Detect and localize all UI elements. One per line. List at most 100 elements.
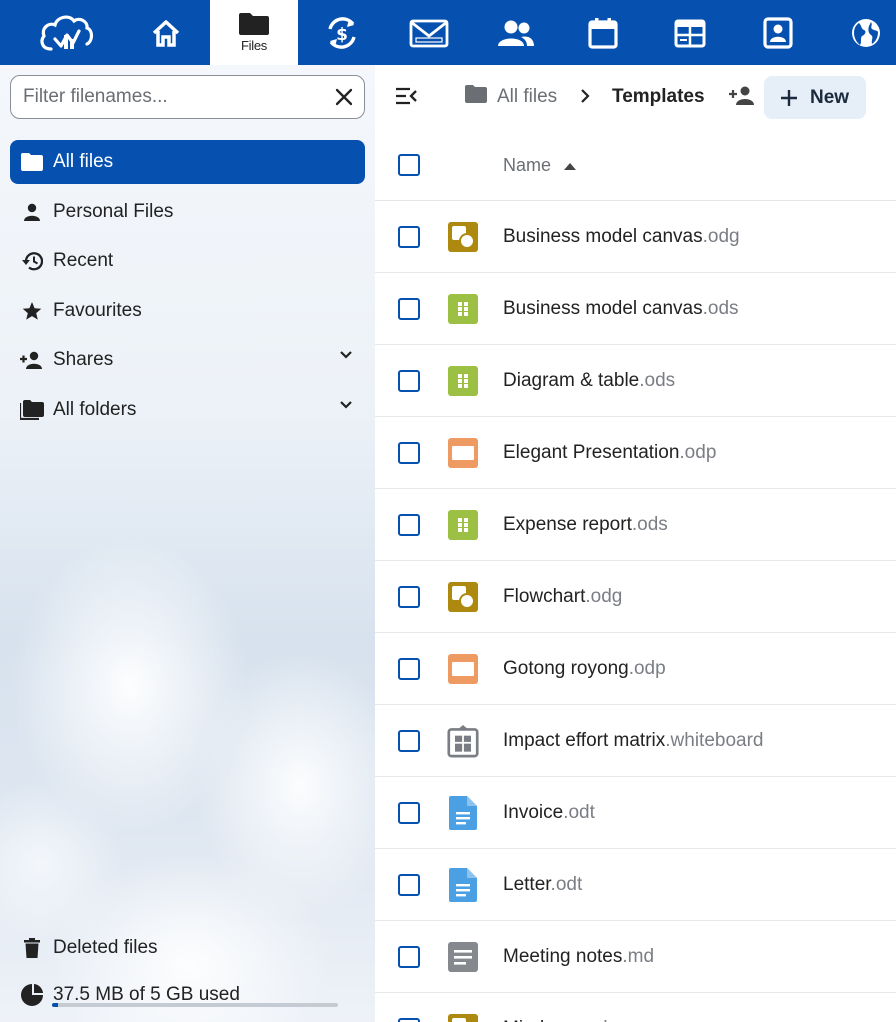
file-row[interactable]: Flowchart.odg — [375, 561, 896, 633]
file-name[interactable]: Elegant Presentation.odp — [503, 442, 716, 464]
sidebar-item-personal-files[interactable]: Personal Files — [10, 190, 365, 234]
files-app-label: Files — [241, 38, 267, 53]
sidebar-item-all-folders[interactable]: All folders — [10, 388, 365, 432]
sidebar-item-label: Personal Files — [53, 201, 174, 222]
home-icon[interactable] — [134, 0, 198, 65]
file-select-checkbox[interactable] — [398, 298, 420, 320]
board-icon[interactable] — [658, 0, 722, 65]
file-basename: Business model canvas — [503, 298, 703, 319]
file-extension: .odt — [563, 802, 595, 823]
sidebar-item-recent[interactable]: Recent — [10, 239, 365, 283]
file-extension: .ods — [631, 514, 668, 535]
file-name[interactable]: Diagram & table.ods — [503, 370, 675, 392]
storage-quota[interactable]: 37.5 MB of 5 GB used — [10, 973, 365, 1017]
document-icon — [447, 868, 479, 902]
file-basename: Letter — [503, 874, 551, 895]
drawing-icon — [447, 581, 479, 613]
file-row[interactable]: Meeting notes.md — [375, 921, 896, 993]
file-row[interactable]: Mindmap.odg — [375, 993, 896, 1022]
file-row[interactable]: Invoice.odt — [375, 777, 896, 849]
sidebar-item-label: All folders — [53, 399, 137, 420]
text-icon — [447, 941, 479, 973]
file-row[interactable]: Letter.odt — [375, 849, 896, 921]
sidebar-item-label: Deleted files — [53, 937, 158, 958]
file-select-checkbox[interactable] — [398, 874, 420, 896]
file-extension: .odp — [679, 442, 717, 463]
file-name[interactable]: Mindmap.odg — [503, 1018, 618, 1022]
chevron-down-icon[interactable] — [339, 350, 353, 360]
file-list-header: Name — [375, 131, 896, 201]
file-name[interactable]: Business model canvas.ods — [503, 298, 739, 320]
sort-ascending-icon — [564, 162, 577, 170]
file-select-checkbox[interactable] — [398, 730, 420, 752]
currency-sync-icon[interactable]: $ — [310, 0, 374, 65]
contacts-icon[interactable] — [484, 0, 548, 65]
folders-icon — [20, 398, 44, 422]
sidebar-item-deleted-files[interactable]: Deleted files — [10, 926, 365, 970]
spreadsheet-icon — [447, 365, 479, 397]
file-name[interactable]: Business model canvas.odg — [503, 226, 740, 248]
file-extension: .whiteboard — [665, 730, 764, 751]
name-column-header: Name — [503, 155, 552, 175]
sidebar-item-all-files[interactable]: All files — [10, 140, 365, 184]
file-select-checkbox[interactable] — [398, 442, 420, 464]
file-extension: .odg — [581, 1018, 618, 1022]
select-all-checkbox[interactable] — [398, 154, 420, 176]
sidebar-item-favourites[interactable]: Favourites — [10, 289, 365, 333]
file-extension: .md — [622, 946, 655, 967]
file-row[interactable]: Impact effort matrix.whiteboard — [375, 705, 896, 777]
files-app-tab[interactable]: Files — [210, 0, 298, 65]
folder-icon — [20, 150, 44, 174]
share-person-icon — [20, 348, 44, 372]
file-select-checkbox[interactable] — [398, 586, 420, 608]
file-select-checkbox[interactable] — [398, 370, 420, 392]
file-name[interactable]: Meeting notes.md — [503, 946, 654, 968]
sidebar-item-label: Favourites — [53, 300, 142, 321]
sidebar: All files Personal Files Recent Favourit… — [0, 65, 375, 1022]
file-row[interactable]: Business model canvas.odg — [375, 201, 896, 273]
file-row[interactable]: Business model canvas.ods — [375, 273, 896, 345]
file-select-checkbox[interactable] — [398, 1018, 420, 1022]
profile-card-icon[interactable] — [746, 0, 810, 65]
globe-icon[interactable] — [834, 0, 896, 65]
file-extension: .odt — [550, 874, 583, 895]
close-icon[interactable] — [334, 87, 354, 107]
file-name[interactable]: Expense report.ods — [503, 514, 668, 536]
file-row[interactable]: Diagram & table.ods — [375, 345, 896, 417]
file-select-checkbox[interactable] — [398, 802, 420, 824]
sort-by-name-button[interactable]: Name — [503, 155, 577, 176]
share-person-icon[interactable] — [729, 85, 755, 105]
chevron-down-icon[interactable] — [339, 400, 353, 410]
breadcrumb-all-files[interactable]: All files — [465, 85, 557, 109]
new-button[interactable]: New — [764, 76, 866, 119]
file-extension: .ods — [702, 298, 739, 319]
presentation-icon — [447, 653, 479, 685]
file-list-panel: All files Templates New Name Business mo… — [375, 65, 896, 1022]
mail-icon[interactable] — [397, 0, 461, 65]
file-basename: Flowchart — [503, 586, 586, 607]
file-name[interactable]: Letter.odt — [503, 874, 582, 896]
file-select-checkbox[interactable] — [398, 226, 420, 248]
file-name[interactable]: Gotong royong.odp — [503, 658, 666, 680]
calendar-icon[interactable] — [571, 0, 635, 65]
file-select-checkbox[interactable] — [398, 658, 420, 680]
new-button-label: New — [810, 86, 850, 108]
breadcrumb-current[interactable]: Templates — [612, 86, 705, 108]
folder-icon — [239, 13, 269, 35]
folder-icon — [465, 85, 487, 109]
file-row[interactable]: Elegant Presentation.odp — [375, 417, 896, 489]
sidebar-item-shares[interactable]: Shares — [10, 338, 365, 382]
file-basename: Expense report — [503, 514, 632, 535]
filter-filenames-input[interactable] — [23, 86, 323, 108]
file-name[interactable]: Flowchart.odg — [503, 586, 622, 608]
file-row[interactable]: Gotong royong.odp — [375, 633, 896, 705]
file-select-checkbox[interactable] — [398, 514, 420, 536]
sidebar-toggle-icon[interactable] — [395, 86, 417, 106]
cloud-logo-icon[interactable] — [30, 0, 102, 65]
file-basename: Mindmap — [503, 1018, 581, 1022]
chevron-right-icon — [581, 89, 590, 103]
file-select-checkbox[interactable] — [398, 946, 420, 968]
file-row[interactable]: Expense report.ods — [375, 489, 896, 561]
file-name[interactable]: Invoice.odt — [503, 802, 595, 824]
file-name[interactable]: Impact effort matrix.whiteboard — [503, 730, 764, 752]
